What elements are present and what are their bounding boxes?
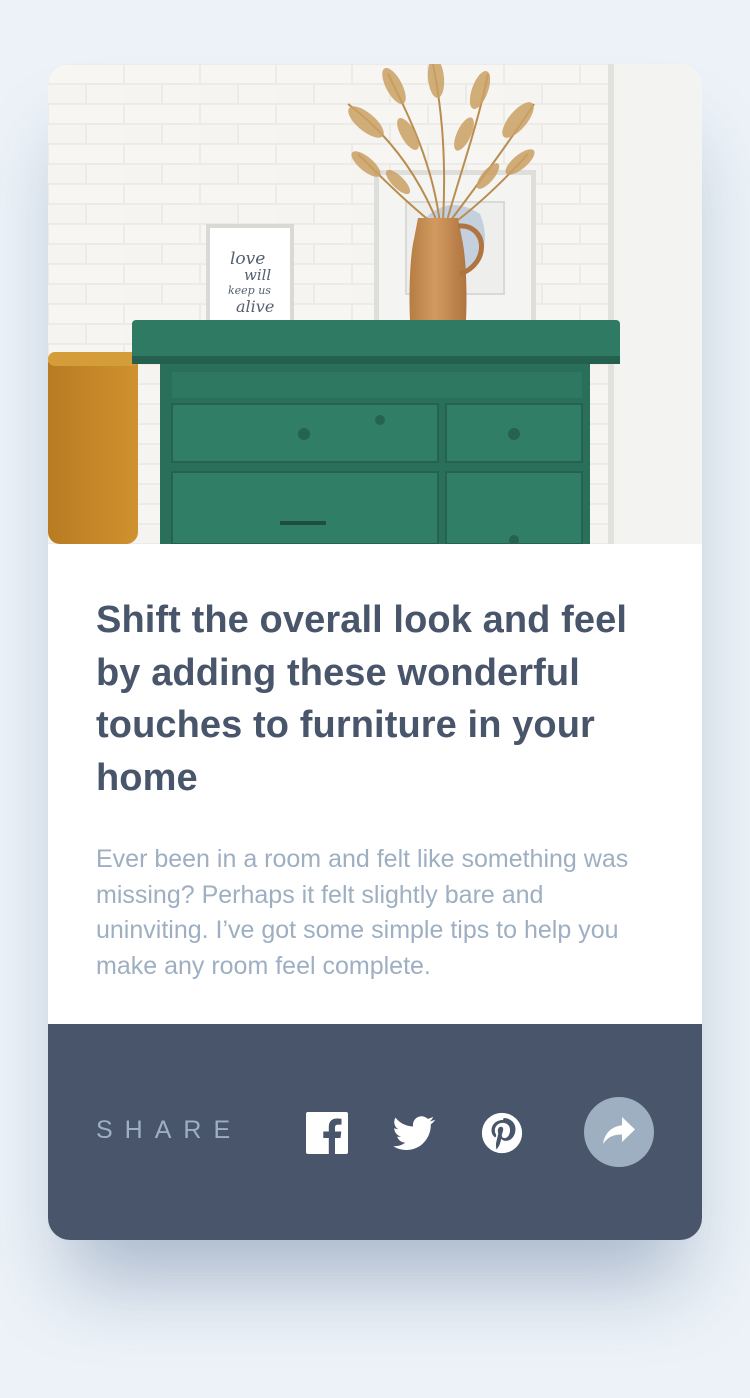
svg-text:keep us: keep us [228, 284, 271, 297]
article-description: Ever been in a room and felt like someth… [96, 845, 629, 980]
article-image: love will keep us alive [48, 64, 702, 544]
share-button[interactable] [584, 1097, 654, 1167]
share-bar: SHARE [48, 1024, 702, 1240]
svg-text:alive: alive [236, 297, 274, 316]
facebook-icon[interactable] [306, 1112, 348, 1154]
twitter-icon[interactable] [393, 1112, 435, 1154]
article-title[interactable]: Shift the overall look and feel by addin… [96, 594, 656, 804]
share-arrow-icon [603, 1117, 635, 1144]
pinterest-icon[interactable] [481, 1112, 523, 1154]
share-label: SHARE [96, 1116, 243, 1144]
article-card: love will keep us alive Shift the overal… [48, 64, 702, 1240]
svg-text:will: will [244, 266, 271, 284]
article-content: Shift the overall look and feel by addin… [96, 594, 656, 984]
